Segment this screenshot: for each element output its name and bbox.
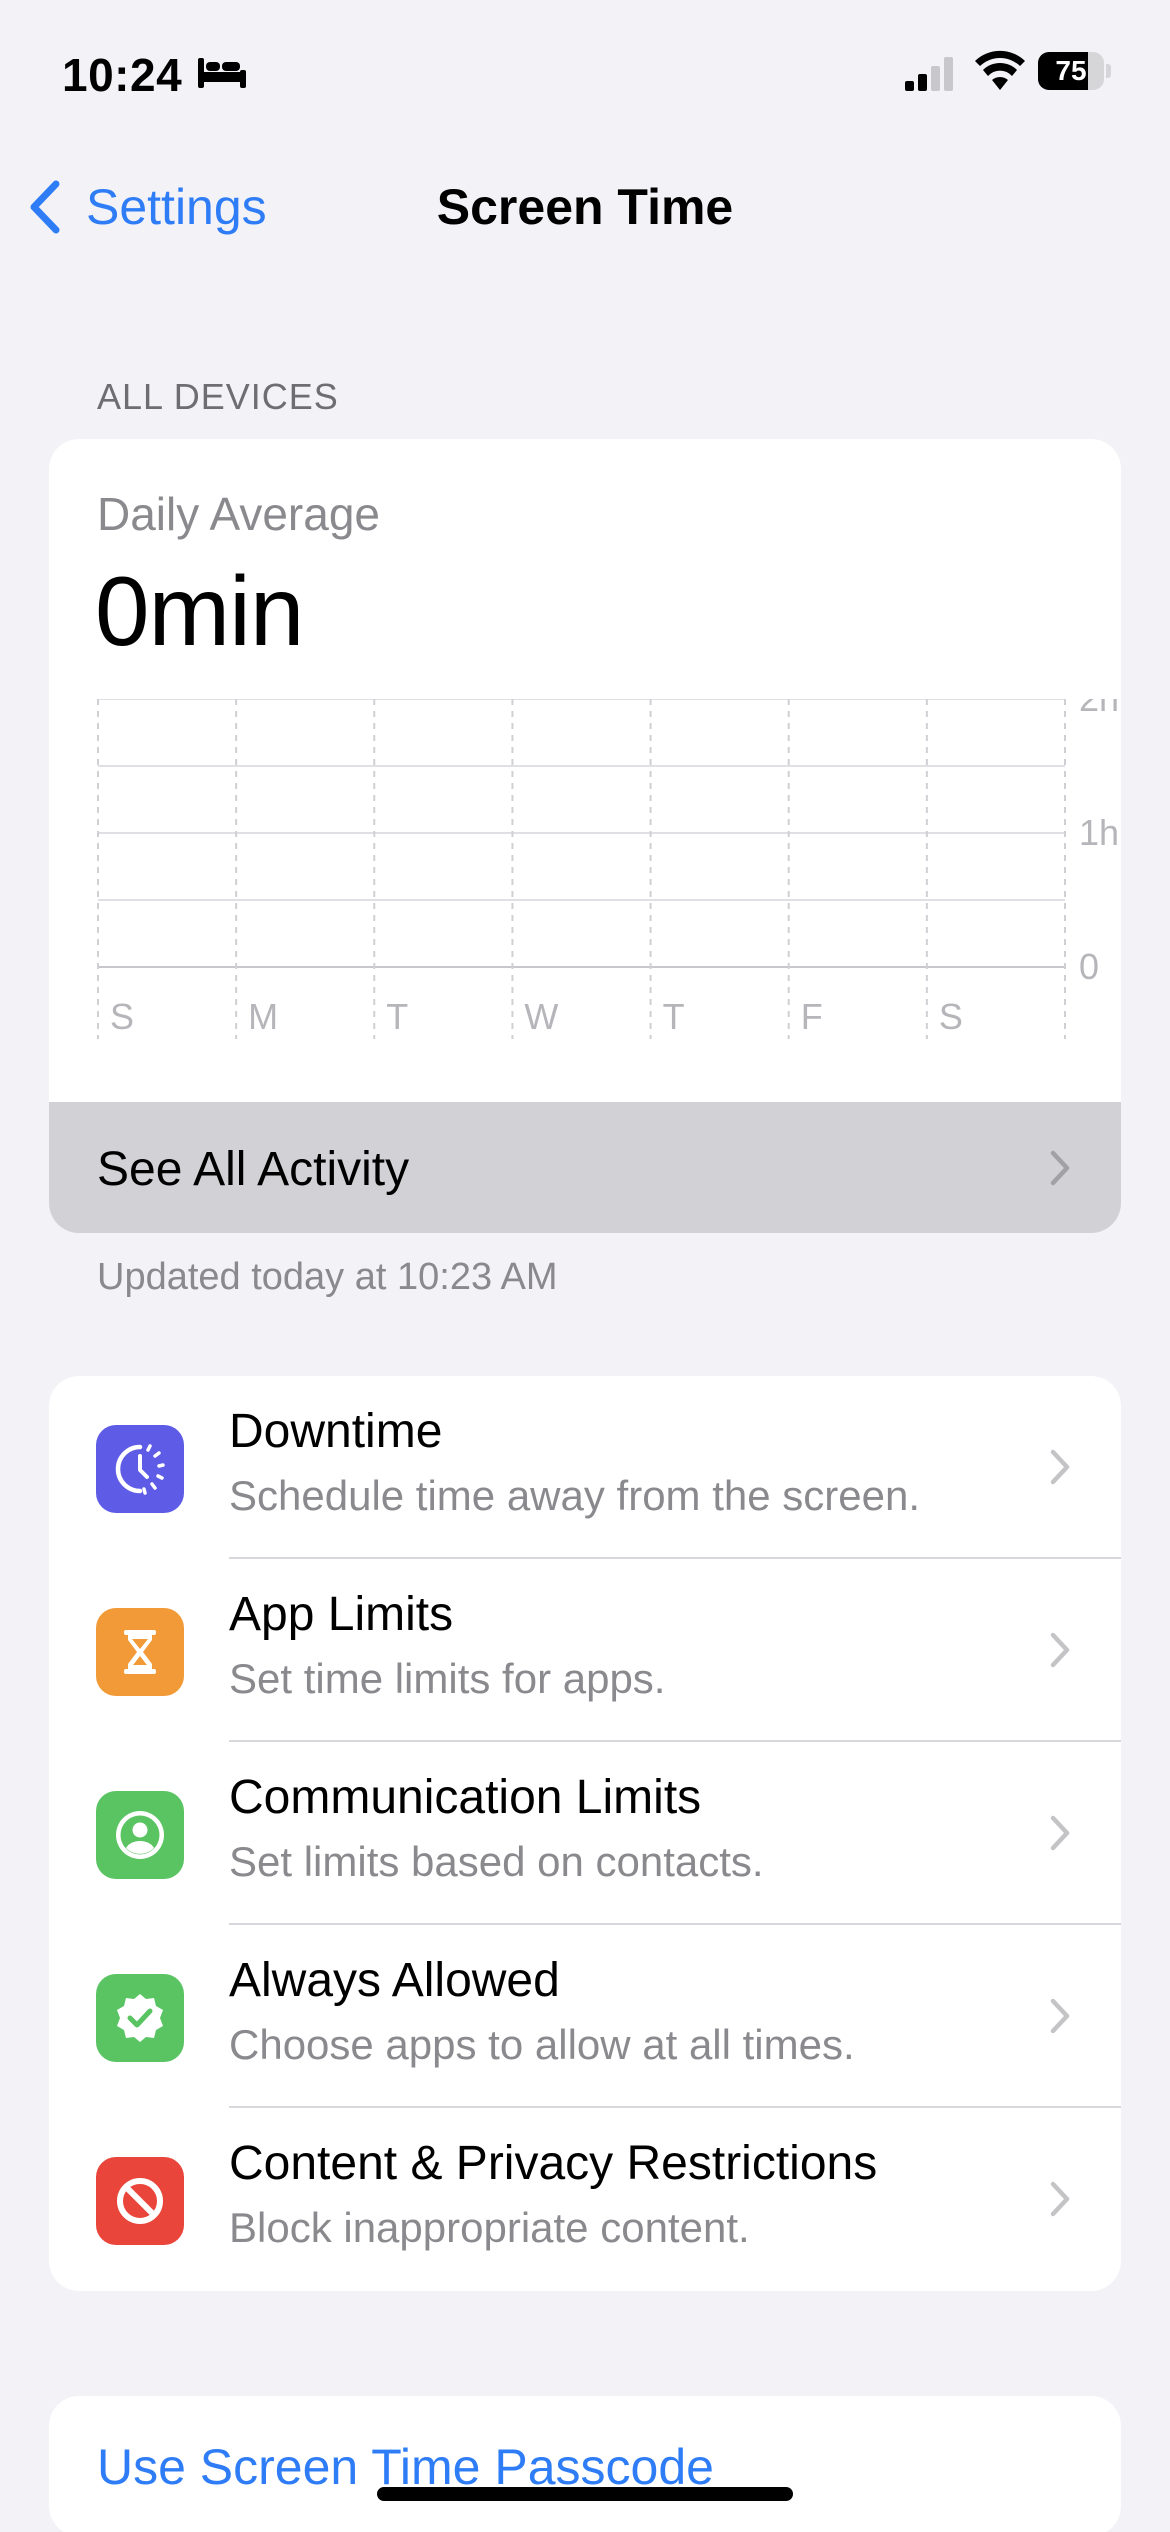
hourglass-icon: [96, 1608, 184, 1696]
status-time: 10:24: [62, 49, 183, 101]
passcode-card: Use Screen Time Passcode: [49, 2396, 1121, 2532]
chart-day-label: S: [939, 996, 963, 1037]
see-all-activity-button[interactable]: See All Activity: [49, 1102, 1121, 1233]
list-item-subtitle: Set time limits for apps.: [229, 1655, 666, 1702]
list-item-subtitle: Schedule time away from the screen.: [229, 1472, 920, 1519]
downtime-icon: [96, 1425, 184, 1513]
chart-y-tick-label: 2h: [1079, 699, 1119, 719]
chart-y-tick-label: 0: [1079, 946, 1099, 987]
battery-percent: 75: [1055, 55, 1087, 86]
chart-y-tick-label: 1h: [1079, 812, 1119, 853]
list-item-downtime[interactable]: Downtime Schedule time away from the scr…: [49, 1376, 1121, 1559]
screen-time-page: 10:24 75 Settings Screen Time ALL DEVICE…: [0, 0, 1170, 2532]
list-item-subtitle: Choose apps to allow at all times.: [229, 2021, 855, 2068]
screen-time-options-list: Downtime Schedule time away from the scr…: [49, 1376, 1121, 2291]
page-title: Screen Time: [436, 179, 734, 235]
battery-indicator: 75: [1038, 52, 1111, 90]
list-item-title: Always Allowed: [229, 1954, 560, 2007]
list-item-content-privacy-restrictions[interactable]: Content & Privacy Restrictions Block ina…: [49, 2108, 1121, 2291]
bed-icon: [198, 58, 246, 88]
chevron-right-icon: [1050, 1632, 1070, 1668]
chevron-right-icon: [1050, 1449, 1070, 1485]
chart-day-label: S: [110, 996, 134, 1037]
contact-icon: [96, 1791, 184, 1879]
list-item-title: App Limits: [229, 1588, 454, 1641]
home-indicator[interactable]: [377, 2487, 793, 2501]
chart-day-label: M: [248, 996, 278, 1037]
chart-day-label: T: [663, 996, 685, 1037]
status-bar: 10:24 75: [0, 0, 1170, 150]
checkmark-badge-icon: [96, 1974, 184, 2062]
list-item-always-allowed[interactable]: Always Allowed Choose apps to allow at a…: [49, 1925, 1121, 2108]
chart-day-label: W: [524, 996, 558, 1037]
list-item-title: Downtime: [229, 1405, 443, 1458]
list-item-title: Communication Limits: [229, 1771, 702, 1824]
chart-day-label: F: [801, 996, 823, 1037]
list-item-subtitle: Set limits based on contacts.: [229, 1838, 764, 1885]
chart-day-label: T: [386, 996, 408, 1037]
list-item-subtitle: Block inappropriate content.: [229, 2204, 750, 2251]
chevron-right-icon: [1050, 1150, 1070, 1186]
list-item-app-limits[interactable]: App Limits Set time limits for apps.: [49, 1559, 1121, 1742]
chevron-right-icon: [1050, 2181, 1070, 2217]
usage-card: Daily Average 0min S M T W T F S 2h 1h 0 See All …: [49, 439, 1121, 1233]
list-item-communication-limits[interactable]: Communication Limits Set limits based on…: [49, 1742, 1121, 1925]
chevron-right-icon: [1050, 1815, 1070, 1851]
section-header-all-devices: ALL DEVICES: [97, 376, 339, 417]
wifi-icon: [975, 50, 1025, 90]
restricted-icon: [96, 2157, 184, 2245]
chevron-right-icon: [1050, 1998, 1070, 2034]
daily-average-value: 0min: [95, 556, 304, 666]
usage-chart[interactable]: S M T W T F S 2h 1h 0: [49, 699, 1121, 1039]
updated-timestamp: Updated today at 10:23 AM: [97, 1256, 558, 1298]
see-all-activity-label: See All Activity: [97, 1143, 410, 1196]
daily-average-label: Daily Average: [97, 488, 380, 540]
cellular-signal-icon: [905, 57, 953, 91]
list-item-title: Content & Privacy Restrictions: [229, 2137, 878, 2190]
